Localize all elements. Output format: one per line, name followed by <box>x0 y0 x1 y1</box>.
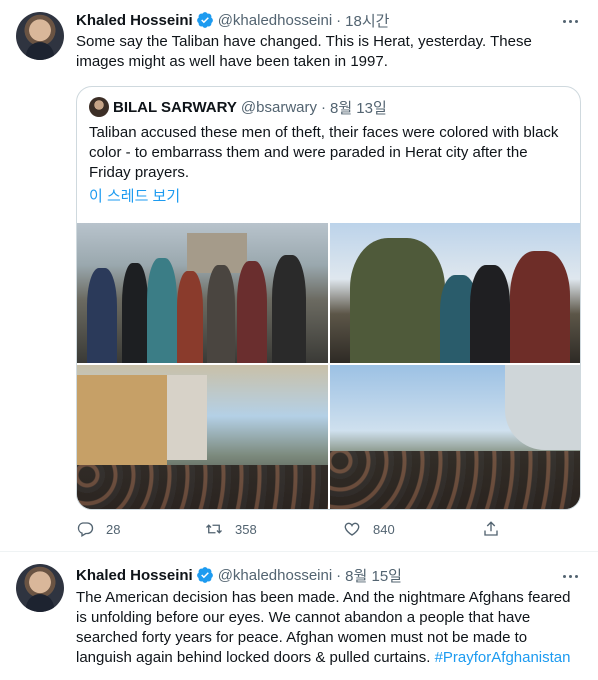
retweet-icon <box>206 524 222 534</box>
author-handle[interactable]: @khaledhosseini <box>218 567 332 584</box>
avatar[interactable] <box>16 12 64 60</box>
tweet-photo-1[interactable] <box>77 223 328 363</box>
more-dots-icon[interactable] <box>560 566 580 586</box>
quoted-tweet-time: 8월 13일 <box>329 99 387 117</box>
separator-dot: · <box>336 566 342 584</box>
crowd <box>77 465 328 509</box>
share-button[interactable] <box>482 517 512 541</box>
author-name[interactable]: Khaled Hosseini <box>76 12 193 29</box>
reply-button[interactable]: 28 <box>76 517 120 541</box>
tweet-photo-4[interactable] <box>330 365 580 509</box>
author-handle[interactable]: @khaledhosseini <box>218 12 332 29</box>
retweet-count: 358 <box>235 521 257 537</box>
tweet-text: Some say the Taliban have changed. This … <box>76 33 532 70</box>
tweet-photo-3[interactable] <box>77 365 328 509</box>
quoted-author-handle: @bsarwary <box>240 98 317 116</box>
tweet-photo-2[interactable] <box>330 223 580 363</box>
reply-icon <box>77 522 94 537</box>
more-dots-icon[interactable] <box>560 11 580 31</box>
heart-icon <box>344 522 360 536</box>
avatar <box>89 97 109 117</box>
tweet-header: Khaled Hosseini @khaledhosseini · 18시간 <box>76 10 389 30</box>
tweet[interactable]: Khaled Hosseini @khaledhosseini · 8월 15일… <box>0 552 598 680</box>
verified-badge-icon <box>196 12 213 28</box>
tweet-text-container: The American decision has been made. And… <box>76 588 581 668</box>
separator-dot: · <box>336 11 342 29</box>
hashtag-link[interactable]: #PrayforAfghanistan <box>435 649 571 666</box>
tweet-time[interactable]: 18시간 <box>345 10 389 31</box>
crowd <box>330 451 580 509</box>
show-thread-link[interactable]: 이 스레드 보기 <box>89 185 180 206</box>
quoted-tweet-text: Taliban accused these men of theft, thei… <box>89 124 559 181</box>
separator-dot: · <box>320 98 326 116</box>
share-icon <box>484 521 498 536</box>
tweet-time[interactable]: 8월 15일 <box>345 565 402 586</box>
reply-count: 28 <box>106 521 121 537</box>
quoted-tweet-header: BILAL SARWARY @bsarwary · 8월 13일 <box>89 97 387 117</box>
like-button[interactable]: 840 <box>343 517 395 541</box>
tweet[interactable]: Khaled Hosseini @khaledhosseini · 18시간 S… <box>0 0 598 552</box>
verified-badge-icon <box>196 567 213 583</box>
quoted-tweet[interactable]: BILAL SARWARY @bsarwary · 8월 13일 Taliban… <box>76 86 581 510</box>
author-name[interactable]: Khaled Hosseini <box>76 567 193 584</box>
quoted-author-name: BILAL SARWARY <box>113 98 237 116</box>
like-count: 840 <box>373 521 395 537</box>
avatar[interactable] <box>16 564 64 612</box>
tweet-header: Khaled Hosseini @khaledhosseini · 8월 15일 <box>76 565 402 585</box>
retweet-button[interactable]: 358 <box>205 517 257 541</box>
